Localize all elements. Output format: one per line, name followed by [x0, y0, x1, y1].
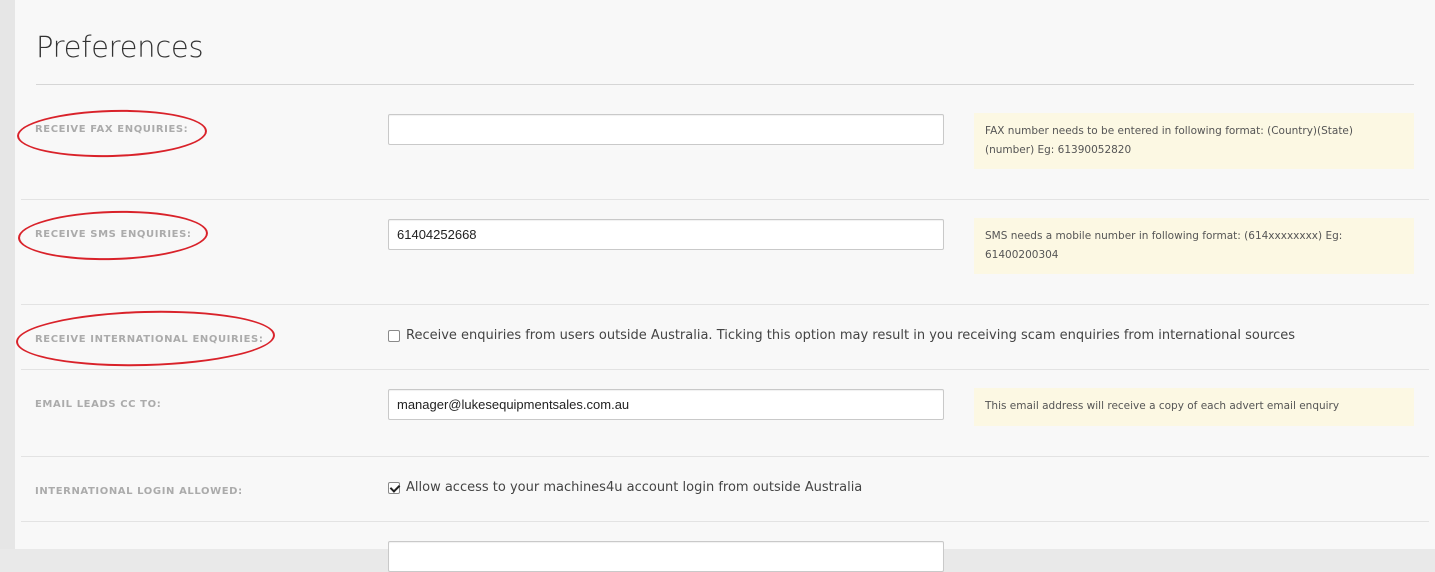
sms-input[interactable]: [388, 219, 944, 250]
next-field-input[interactable]: [388, 541, 944, 572]
sms-hint: SMS needs a mobile number in following f…: [974, 218, 1414, 274]
email-cc-input[interactable]: [388, 389, 944, 420]
page-title: Preferences: [36, 30, 204, 64]
international-login-label: INTERNATIONAL LOGIN ALLOWED:: [35, 486, 243, 497]
left-edge-strip: [0, 0, 15, 549]
fax-input[interactable]: [388, 114, 944, 145]
fax-row: RECEIVE FAX ENQUIRIES: FAX number needs …: [21, 100, 1429, 200]
email-cc-hint: This email address will receive a copy o…: [974, 388, 1414, 426]
international-enquiries-checkbox[interactable]: [388, 329, 400, 342]
title-divider: [36, 84, 1414, 85]
email-cc-row: EMAIL LEADS CC TO: This email address wi…: [21, 370, 1429, 457]
international-login-row: INTERNATIONAL LOGIN ALLOWED: Allow acces…: [21, 457, 1429, 522]
email-cc-label: EMAIL LEADS CC TO:: [35, 399, 162, 410]
international-login-text: Allow access to your machines4u account …: [406, 480, 863, 495]
sms-row: RECEIVE SMS ENQUIRIES: SMS needs a mobil…: [21, 200, 1429, 305]
international-login-option[interactable]: Allow access to your machines4u account …: [388, 480, 862, 495]
fax-hint: FAX number needs to be entered in follow…: [974, 113, 1414, 169]
international-enquiries-option[interactable]: Receive enquiries from users outside Aus…: [388, 328, 1295, 343]
international-enquiries-text: Receive enquiries from users outside Aus…: [406, 328, 1296, 343]
preferences-panel: Preferences RECEIVE FAX ENQUIRIES: FAX n…: [15, 0, 1435, 572]
international-login-checkbox[interactable]: [388, 481, 400, 494]
